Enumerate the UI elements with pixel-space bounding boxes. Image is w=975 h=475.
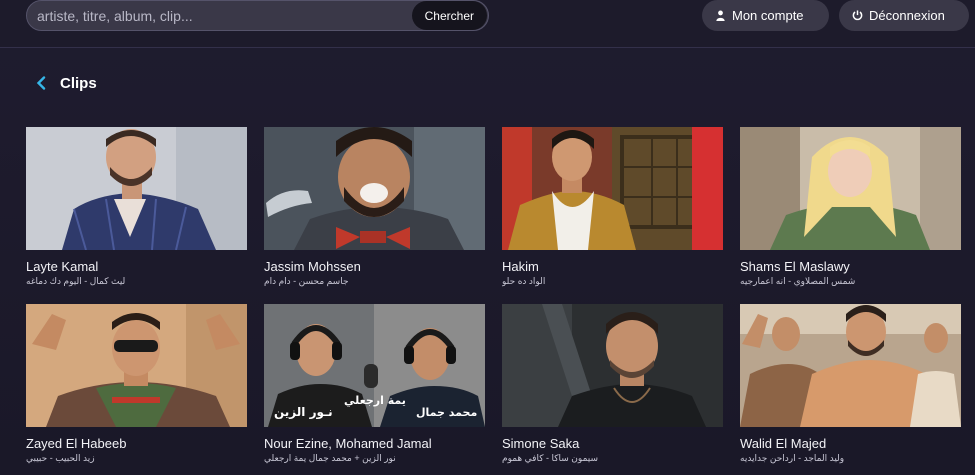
search-button[interactable]: Chercher <box>411 1 487 30</box>
clip-subtitle: سيمون ساكا - كافي هموم <box>502 453 599 463</box>
chevron-left-icon[interactable] <box>36 76 46 90</box>
clip-subtitle: زيد الحبيب - حبيبي <box>26 453 95 463</box>
clip-card[interactable]: Simone Saka سيمون ساكا - كافي هموم <box>502 304 723 475</box>
clip-card[interactable]: Zayed El Habeeb زيد الحبيب - حبيبي <box>26 304 247 475</box>
clips-grid: Layte Kamal ليث كمال - اليوم دك دماغه Ja… <box>26 127 961 475</box>
thumbnail-caption-mid: يمة ارجعلي <box>344 394 406 407</box>
clip-card[interactable]: Shams El Maslawy شمس المصلاوي - انه اعما… <box>740 127 961 304</box>
clip-thumbnail[interactable] <box>502 304 723 427</box>
clip-artist[interactable]: Hakim <box>502 259 723 274</box>
clip-subtitle: وليد الماجد - ارداحن جدايديه <box>740 453 845 463</box>
clip-artist[interactable]: Jassim Mohssen <box>264 259 485 274</box>
user-icon <box>716 10 725 21</box>
clip-thumbnail-image <box>502 127 723 250</box>
clip-thumbnail-image <box>740 127 961 250</box>
clip-thumbnail-image: نـور الزين يمة ارجعلي محمد جمال <box>264 304 485 427</box>
clip-thumbnail-image <box>502 304 723 427</box>
clip-thumbnail-image <box>26 127 247 250</box>
section-header: Clips <box>36 72 97 94</box>
clip-thumbnail-image <box>264 127 485 250</box>
clip-subtitle: ليث كمال - اليوم دك دماغه <box>26 276 126 286</box>
clip-thumbnail[interactable]: نـور الزين يمة ارجعلي محمد جمال <box>264 304 485 427</box>
power-icon <box>852 10 863 21</box>
clip-subtitle: شمس المصلاوي - انه اعمارجيه <box>740 276 856 286</box>
clip-thumbnail-image <box>740 304 961 427</box>
clip-artist[interactable]: Nour Ezine, Mohamed Jamal <box>264 436 485 451</box>
account-button[interactable]: Mon compte <box>702 0 829 31</box>
clip-card[interactable]: Layte Kamal ليث كمال - اليوم دك دماغه <box>26 127 247 304</box>
clip-card[interactable]: نـور الزين يمة ارجعلي محمد جمال Nour Ezi… <box>264 304 485 475</box>
clip-artist[interactable]: Zayed El Habeeb <box>26 436 247 451</box>
clip-artist[interactable]: Walid El Majed <box>740 436 961 451</box>
clip-card[interactable]: Jassim Mohssen جاسم محسن - دام دام <box>264 127 485 304</box>
clip-card[interactable]: Hakim الواد ده حلو <box>502 127 723 304</box>
clip-subtitle: نور الزين + محمد جمال يمة ارجعلي <box>264 453 396 463</box>
top-bar: Chercher Mon compte Déconnexion <box>0 0 975 48</box>
account-label: Mon compte <box>732 8 804 23</box>
clip-subtitle: جاسم محسن - دام دام <box>264 276 349 286</box>
clip-artist[interactable]: Shams El Maslawy <box>740 259 961 274</box>
clip-card[interactable]: Walid El Majed وليد الماجد - ارداحن جداي… <box>740 304 961 475</box>
clip-thumbnail-image <box>26 304 247 427</box>
logout-button[interactable]: Déconnexion <box>839 0 969 31</box>
clip-thumbnail[interactable] <box>264 127 485 250</box>
thumbnail-caption-left: نـور الزين <box>274 405 333 420</box>
section-title: Clips <box>60 74 97 92</box>
search-input[interactable] <box>27 1 412 30</box>
clip-thumbnail[interactable] <box>502 127 723 250</box>
logout-label: Déconnexion <box>869 8 945 23</box>
clip-artist[interactable]: Layte Kamal <box>26 259 247 274</box>
thumbnail-caption-right: محمد جمال <box>416 406 477 419</box>
clip-artist[interactable]: Simone Saka <box>502 436 723 451</box>
search-box: Chercher <box>26 0 489 31</box>
clip-thumbnail[interactable] <box>26 304 247 427</box>
clip-thumbnail[interactable] <box>740 304 961 427</box>
clip-thumbnail[interactable] <box>740 127 961 250</box>
clip-thumbnail[interactable] <box>26 127 247 250</box>
clip-subtitle: الواد ده حلو <box>502 276 546 286</box>
